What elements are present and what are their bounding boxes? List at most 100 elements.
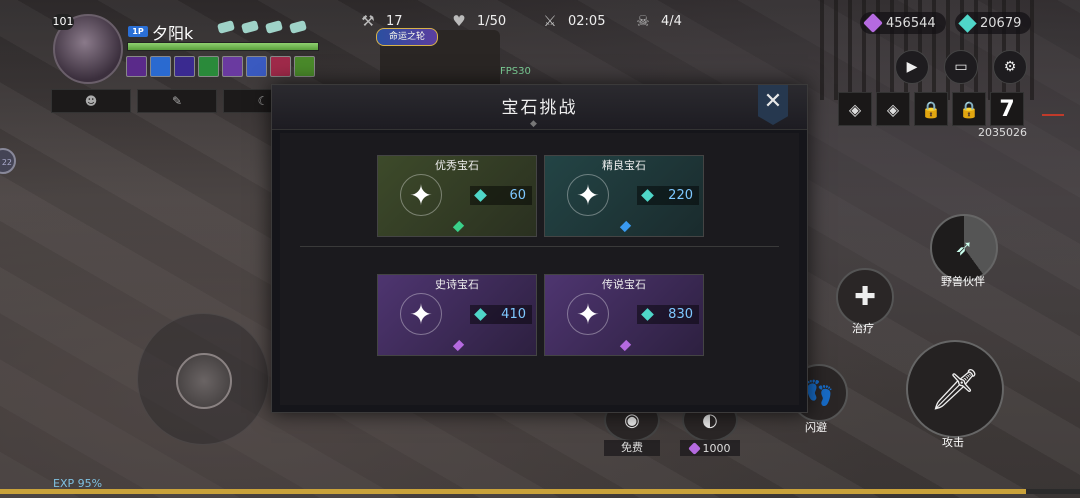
stat-monsters: ♥ 1/50	[449, 12, 506, 30]
blue-gem-icon	[619, 220, 632, 233]
buff-icon[interactable]	[126, 56, 147, 77]
gem-card-epic[interactable]: 史诗宝石 ✦ 410	[377, 274, 537, 356]
green-gem-icon	[452, 220, 465, 233]
gem-card-legendary[interactable]: 传说宝石 ✦ 830	[544, 274, 704, 356]
crossed-swords-icon: ⚔	[543, 12, 557, 30]
relic-slot[interactable]: ◈	[876, 92, 910, 126]
heal-label: 治疗	[852, 322, 874, 335]
heal-cross-icon: ✚	[854, 282, 876, 312]
crystal-icon	[958, 13, 977, 33]
footprint-icon: 👣	[804, 379, 834, 407]
purple-gem-icon	[863, 13, 883, 33]
crystal-icon	[474, 189, 487, 202]
pet-button[interactable]: ➶	[930, 214, 998, 282]
gem-price-value: 410	[501, 307, 526, 322]
red-marker	[1042, 114, 1064, 116]
key-icons	[216, 20, 308, 34]
player-hp-bar	[127, 42, 319, 51]
feather-icon: ➶	[954, 235, 974, 261]
buff-icon[interactable]	[174, 56, 195, 77]
section-divider	[300, 246, 779, 247]
settings-button[interactable]: ⚙	[993, 50, 1027, 84]
star-emblem-icon: ✦	[400, 174, 442, 216]
attack-button[interactable]: 🗡	[906, 340, 1004, 438]
stat-time: ⚔ 02:05	[540, 12, 605, 30]
currency-crystal-value: 20679	[980, 15, 1022, 31]
key-icon	[216, 20, 236, 34]
star-emblem-icon: ✦	[400, 293, 442, 335]
stat-resource-value: 17	[386, 13, 403, 29]
pet-label: 野兽伙伴	[941, 275, 985, 288]
buff-icon[interactable]	[270, 56, 291, 77]
buff-icon[interactable]	[246, 56, 267, 77]
skill-slot[interactable]: ☻	[51, 89, 131, 113]
screen-button[interactable]: ▭	[944, 50, 978, 84]
score-value: 2035026	[978, 126, 1027, 139]
dodge-label: 闪避	[805, 421, 827, 434]
locked-slot[interactable]: 🔒	[914, 92, 948, 126]
gem-price-value: 220	[668, 188, 693, 203]
buff-icon[interactable]	[198, 56, 219, 77]
gem-card-title: 精良宝石	[602, 159, 646, 172]
sword-icon: 🗡	[929, 366, 981, 413]
stat-kills-value: 4/4	[661, 13, 682, 29]
buff-icon[interactable]	[294, 56, 315, 77]
gem-price: 220	[637, 186, 699, 205]
gem-card-title: 传说宝石	[602, 278, 646, 291]
ornament-icon: ◆	[530, 119, 537, 129]
free-label: 免费	[604, 440, 660, 456]
heal-button[interactable]: ✚	[836, 268, 894, 326]
stat-time-value: 02:05	[568, 13, 606, 29]
gem-card-title: 优秀宝石	[435, 159, 479, 172]
stage-number: 7	[990, 92, 1024, 126]
locked-slot[interactable]: 🔒	[952, 92, 986, 126]
currency-purple-value: 456544	[886, 15, 936, 31]
player-slot-badge: 1P	[128, 26, 148, 37]
star-emblem-icon: ✦	[567, 174, 609, 216]
buff-list	[126, 56, 315, 77]
gem-price-value: 60	[509, 188, 526, 203]
stat-kills: ☠ 4/4	[633, 12, 682, 30]
skill-cost: 1000	[680, 440, 740, 456]
star-emblem-icon: ✦	[567, 293, 609, 335]
dialog-body: 优秀宝石 ✦ 60 精良宝石 ✦ 220 史诗宝石 ✦ 410 传说宝石 ✦ 8…	[280, 133, 799, 405]
purple-gem-icon	[452, 339, 465, 352]
gem-card-fine[interactable]: 精良宝石 ✦ 220	[544, 155, 704, 237]
dialog-title: 宝石挑战	[501, 98, 578, 118]
heartbeat-icon: ♥	[452, 12, 466, 30]
skill-cost-value: 1000	[702, 441, 731, 455]
buff-icon[interactable]	[222, 56, 243, 77]
right-slot-bar: ◈ ◈ 🔒 🔒 7	[800, 92, 1024, 126]
relic-slot[interactable]: ◈	[838, 92, 872, 126]
buff-icon[interactable]	[150, 56, 171, 77]
skull-icon: ☠	[636, 12, 650, 30]
gem-price: 830	[637, 305, 699, 324]
gem-price: 60	[470, 186, 532, 205]
event-badge: 命运之轮	[376, 28, 438, 46]
currency-crystal[interactable]: 20679	[955, 12, 1032, 34]
key-icon	[240, 20, 260, 34]
currency-purple[interactable]: 456544	[860, 12, 946, 34]
gem-price: 410	[470, 305, 532, 324]
exp-bar	[0, 489, 1080, 494]
key-icon	[288, 20, 308, 34]
gem-card-excellent[interactable]: 优秀宝石 ✦ 60	[377, 155, 537, 237]
gem-card-title: 史诗宝石	[435, 278, 479, 291]
purple-gem-icon	[619, 339, 632, 352]
exp-fill	[0, 489, 1026, 494]
crystal-icon	[474, 308, 487, 321]
gem-challenge-dialog: 宝石挑战 ◆ ✕ 优秀宝石 ✦ 60 精良宝石 ✦ 220 史诗宝石 ✦ 410…	[271, 84, 808, 413]
attack-label: 攻击	[942, 436, 964, 449]
key-icon	[264, 20, 284, 34]
purple-gem-icon	[687, 441, 701, 455]
skill-slot[interactable]: ✎	[137, 89, 217, 113]
joystick-knob[interactable]	[176, 353, 232, 409]
crystal-icon	[641, 189, 654, 202]
hammer-icon: ⚒	[361, 12, 375, 30]
play-button[interactable]: ▶	[895, 50, 929, 84]
player-level: 101	[52, 14, 74, 30]
player-name: 夕阳k	[152, 24, 194, 43]
hp-fill	[128, 43, 318, 50]
gem-price-value: 830	[668, 307, 693, 322]
fps-counter: FPS30	[500, 66, 531, 77]
